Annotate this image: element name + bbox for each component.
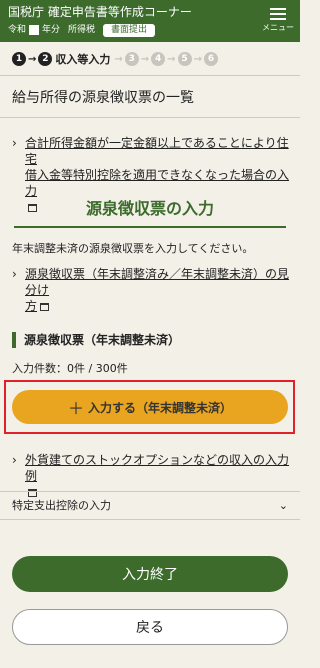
specific-expense-toggle[interactable]: 特定支出控除の入力 ⌄ [12,498,288,514]
step-arrow-icon: → [28,53,37,65]
instruction-text: 年末調整未済の源泉徴収票を入力してください。 [12,242,254,255]
external-link-icon [28,488,37,497]
divider [0,75,300,76]
input-count: 入力件数：0件 / 300件 [12,362,128,375]
section-underline [14,226,286,228]
howto-link-line1: 源泉徴収票（年末調整済み／年末調整未済）の見分け [25,267,290,297]
specific-expense-label: 特定支出控除の入力 [12,499,111,512]
plus-icon: ＋ [67,399,84,418]
step-arrow-icon: → [114,53,123,65]
step-3-icon: 3 [124,52,139,66]
year-box [29,25,40,35]
section-title: 源泉徴収票の入力 [85,199,214,218]
stock-option-link-text: 外貨建てのストックオプションなどの収入の入力例 [25,453,290,483]
step-arrow-icon: → [193,53,202,65]
header-subinfo: 令和 年分 所得税 書面提出 [8,23,156,37]
divider [0,519,300,520]
step-5-icon: 5 [177,52,192,66]
howto-distinguish-link[interactable]: › 源泉徴収票（年末調整済み／年末調整未済）の見分け 方 [12,266,294,314]
step-4-icon: 4 [151,52,166,66]
howto-link-line2: 方 [25,299,38,313]
step-1-icon: 1 [12,52,26,66]
tax-type-label: 所得税 [68,25,96,35]
era-label: 令和 [8,25,27,35]
finish-input-button[interactable]: 入力終了 [12,556,288,592]
app-header: 国税庁 確定申告書等作成コーナー 令和 年分 所得税 書面提出 メニュー [0,0,300,42]
external-link-icon [40,302,50,311]
step-arrow-icon: → [140,53,150,65]
housing-loan-link-line2: 借入金等特別控除を適用できなくなった場合の入力 [25,168,290,198]
current-step-label: 収入等入力 [55,53,111,66]
chevron-right-icon: › [12,267,17,281]
heading-bar [12,331,16,348]
divider [0,117,300,118]
input-button-label: 入力する（年末調整未済） [88,400,233,415]
stock-option-example-link[interactable]: › 外貨建てのストックオプションなどの収入の入力例 [12,452,292,500]
print-submit-button[interactable]: 書面提出 [103,23,156,37]
input-unadjusted-button[interactable]: ＋ 入力する（年末調整未済） [12,390,288,424]
step-6-icon: 6 [203,52,218,66]
step-arrow-icon: → [167,53,176,65]
hamburger-icon [270,8,286,20]
step-2-icon: 2 [38,52,53,66]
subsection-title: 源泉徴収票（年末調整未済） [24,333,181,347]
page-title: 給与所得の源泉徴収票の一覧 [12,90,194,106]
menu-button[interactable]: メニュー [262,8,294,33]
year-suffix: 年分 [42,25,61,35]
menu-label: メニュー [262,23,294,32]
chevron-right-icon: › [12,453,17,467]
chevron-down-icon: ⌄ [278,499,288,512]
back-button[interactable]: 戻る [12,609,288,645]
housing-loan-link-line1: 合計所得金額が一定金額以上であることにより住宅 [25,136,289,166]
step-indicator: 1 → 2 収入等入力 → 3 → 4 → 5 → 6 [12,51,218,67]
subsection-heading: 源泉徴収票（年末調整未済） [12,331,180,348]
app-title: 国税庁 確定申告書等作成コーナー [8,5,192,19]
divider [0,491,300,492]
